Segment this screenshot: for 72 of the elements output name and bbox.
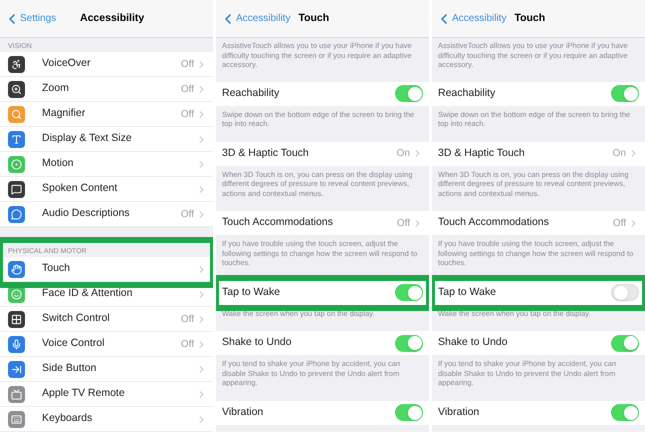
- row-value: Off: [396, 216, 410, 230]
- row-value: Off: [180, 82, 194, 96]
- row-label: Touch Accommodations: [222, 215, 334, 230]
- settings-row[interactable]: Magnifier Off: [0, 102, 213, 127]
- settings-row[interactable]: 3D & Haptic Touch On: [216, 142, 429, 166]
- settings-row[interactable]: Tap to Wake: [216, 280, 429, 304]
- row-value: Off: [612, 216, 626, 230]
- row-value: Off: [180, 208, 194, 222]
- settings-row[interactable]: Keyboards: [0, 407, 213, 432]
- row-label: Motion: [42, 156, 75, 172]
- row-label: Vibration: [438, 404, 480, 420]
- row-value: Off: [180, 312, 194, 326]
- row-label: Shake to Undo: [222, 335, 292, 350]
- settings-row[interactable]: Vibration: [432, 400, 645, 424]
- row-label: Switch Control: [42, 311, 111, 326]
- row-value: Off: [180, 338, 194, 352]
- settings-row[interactable]: Display & Text Size: [0, 127, 213, 152]
- settings-row[interactable]: Zoom Off: [0, 77, 213, 102]
- row-label: Apple TV Remote: [42, 386, 126, 402]
- toggle-switch[interactable]: [611, 85, 639, 102]
- row-label: Reachability: [222, 86, 280, 101]
- row-label: 3D & Haptic Touch: [438, 146, 526, 161]
- row-label: Display & Text Size: [42, 131, 133, 146]
- toggle-switch[interactable]: [395, 284, 423, 301]
- settings-row[interactable]: Reachability: [216, 82, 429, 106]
- settings-row[interactable]: Shake to Undo: [432, 331, 645, 355]
- settings-row[interactable]: Vibration: [216, 400, 429, 424]
- row-label: Voice Control: [42, 336, 106, 352]
- row-value: Off: [180, 108, 194, 122]
- toggle-switch[interactable]: [395, 85, 423, 102]
- toggle-switch[interactable]: [611, 334, 639, 352]
- screen-title: Touch: [514, 10, 546, 26]
- row-label: Keyboards: [42, 411, 94, 426]
- toggle-switch[interactable]: [611, 404, 639, 421]
- row-value: On: [396, 147, 410, 161]
- row-label: VoiceOver: [42, 56, 92, 72]
- row-label: Spoken Content: [42, 181, 118, 196]
- screen-title: Accessibility: [80, 10, 144, 26]
- settings-row[interactable]: Touch Accommodations Off: [432, 211, 645, 235]
- settings-row[interactable]: 3D & Haptic Touch On: [432, 142, 645, 166]
- settings-row[interactable]: Apple TV Remote: [0, 382, 213, 407]
- row-label: Vibration: [222, 404, 264, 420]
- row-value: Off: [180, 58, 194, 72]
- settings-row[interactable]: Touch: [0, 257, 213, 282]
- row-label: Zoom: [42, 81, 70, 96]
- settings-row[interactable]: Touch Accommodations Off: [216, 211, 429, 235]
- row-label: Audio Descriptions: [42, 206, 131, 222]
- settings-row[interactable]: Spoken Content: [0, 177, 213, 202]
- settings-row[interactable]: VoiceOver Off: [0, 52, 213, 77]
- screen-title: Touch: [298, 10, 330, 26]
- row-label: Face ID & Attention: [42, 286, 134, 302]
- toggle-switch[interactable]: [611, 284, 639, 301]
- toggle-switch[interactable]: [395, 404, 423, 421]
- row-label: Magnifier: [42, 106, 86, 122]
- row-label: Side Button: [42, 361, 98, 376]
- toggle-switch[interactable]: [395, 334, 423, 352]
- row-label: Reachability: [438, 86, 496, 101]
- settings-row[interactable]: Shake to Undo: [216, 331, 429, 355]
- settings-row[interactable]: Reachability: [432, 82, 645, 106]
- settings-row[interactable]: Audio Descriptions Off: [0, 202, 213, 227]
- row-label: Touch Accommodations: [438, 215, 550, 230]
- row-label: Tap to Wake: [438, 284, 497, 300]
- row-value: On: [612, 147, 626, 161]
- settings-row[interactable]: Voice Control Off: [0, 332, 213, 357]
- settings-row[interactable]: Motion: [0, 152, 213, 177]
- settings-row[interactable]: Switch Control Off: [0, 307, 213, 332]
- settings-row[interactable]: Tap to Wake: [432, 280, 645, 304]
- row-label: 3D & Haptic Touch: [222, 146, 310, 161]
- settings-row[interactable]: Side Button: [0, 357, 213, 382]
- row-label: Tap to Wake: [222, 284, 281, 300]
- row-label: Touch: [42, 261, 72, 276]
- row-label: Shake to Undo: [438, 335, 508, 350]
